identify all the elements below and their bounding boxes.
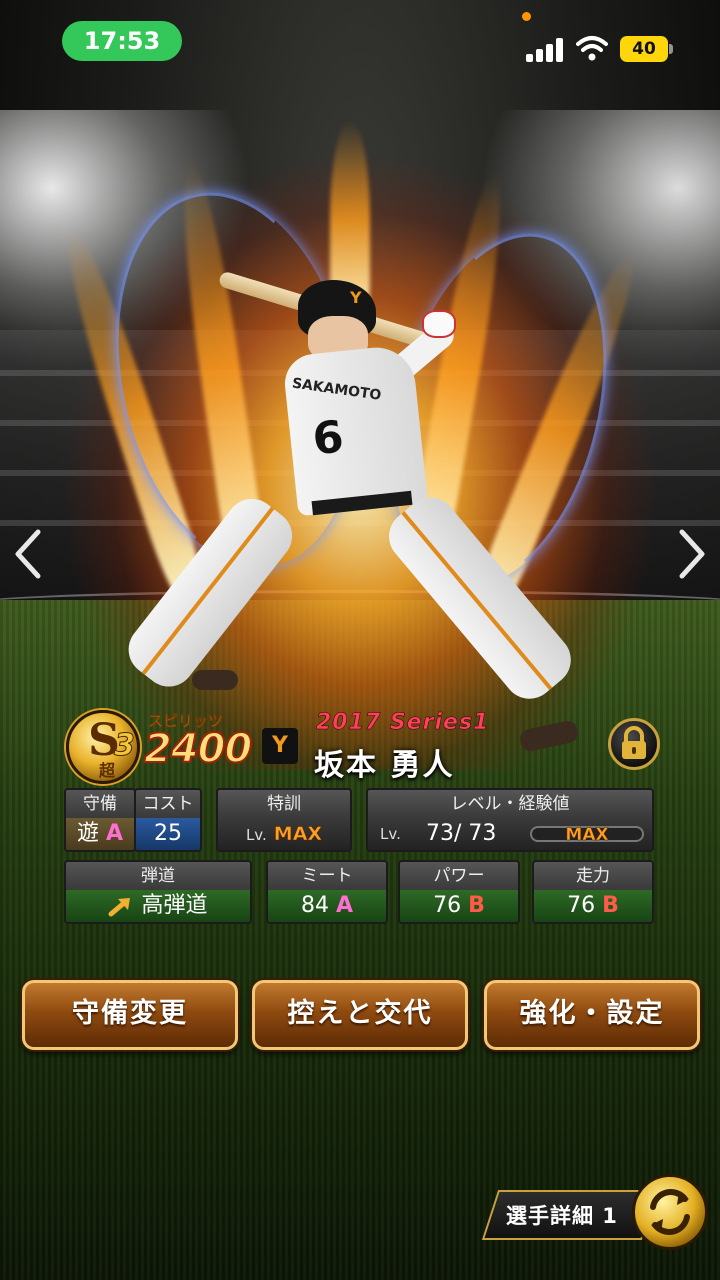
team-logo: Y xyxy=(262,728,298,764)
meet-header: ミート xyxy=(268,862,386,890)
speed-value: 76 xyxy=(567,893,596,918)
arrow-up-right-icon xyxy=(108,898,131,917)
series-label: 2017 Series1 xyxy=(316,710,490,736)
exp-max-label: MAX xyxy=(565,825,609,846)
trajectory-stat: 弾道 高弾道 xyxy=(64,860,252,924)
meet-value: 84 xyxy=(300,893,329,918)
rank-number: 3 xyxy=(114,728,136,764)
cellular-signal-icon xyxy=(526,36,564,62)
speed-grade: B xyxy=(602,893,619,918)
trajectory-value-wrap: 高弾道 xyxy=(66,890,250,922)
defense-position: 遊 xyxy=(76,821,99,846)
batting-glove xyxy=(422,310,456,338)
trajectory-value: 高弾道 xyxy=(141,893,208,918)
special-training-max: MAX xyxy=(273,823,323,846)
shoe-left xyxy=(192,670,238,690)
cost-stat: コスト 25 xyxy=(134,788,202,852)
power-value: 76 xyxy=(433,893,462,918)
swap-icon xyxy=(650,1189,690,1235)
meet-grade: A xyxy=(335,893,354,918)
jersey-number: 6 xyxy=(310,411,346,466)
swap-button[interactable] xyxy=(632,1174,708,1250)
chevron-left-icon[interactable] xyxy=(12,528,44,580)
stadium-background: Y SAKAMOTO 6 xyxy=(0,0,720,1280)
shoe-right xyxy=(518,719,580,753)
wifi-icon xyxy=(576,36,608,61)
substitute-button[interactable]: 控えと交代 xyxy=(252,980,468,1050)
player-detail-label: 選手詳細 1 xyxy=(506,1204,618,1228)
change-position-button[interactable]: 守備変更 xyxy=(22,980,238,1050)
privacy-indicator-dot xyxy=(522,12,531,21)
chevron-right-icon[interactable] xyxy=(676,528,708,580)
level-lv-label: Lv. xyxy=(380,825,401,843)
player-image: Y SAKAMOTO 6 xyxy=(118,270,600,770)
special-training-lv-label: Lv. xyxy=(245,826,267,844)
power-stat: パワー 76 B xyxy=(398,860,520,924)
defense-stat: 守備 遊 A xyxy=(64,788,136,852)
trajectory-header: 弾道 xyxy=(66,862,250,890)
battery-tip xyxy=(669,44,673,54)
speed-stat: 走力 76 B xyxy=(532,860,654,924)
speed-value-wrap: 76 B xyxy=(534,890,652,922)
rank-sub: 超 xyxy=(99,761,116,780)
status-bar: 17:53 40 xyxy=(0,0,720,80)
power-value-wrap: 76 B xyxy=(400,890,518,922)
special-training-value: Lv. MAX xyxy=(218,818,350,850)
level-value: 73/ 73 xyxy=(426,821,497,846)
defense-value: 遊 A xyxy=(66,818,134,850)
special-training-header: 特訓 xyxy=(218,790,350,818)
defense-header: 守備 xyxy=(66,790,134,818)
level-exp-header: レベル・経験値 xyxy=(368,790,652,818)
meet-stat: ミート 84 A xyxy=(266,860,388,924)
helmet-logo: Y xyxy=(350,288,362,307)
power-header: パワー xyxy=(400,862,518,890)
lock-button[interactable] xyxy=(608,718,660,770)
player-leg-right xyxy=(378,486,582,710)
level-exp-value: Lv. 73/ 73 MAX xyxy=(368,818,652,850)
lock-icon xyxy=(622,726,646,759)
cost-value: 25 xyxy=(136,818,200,850)
meet-value-wrap: 84 A xyxy=(268,890,386,922)
level-exp-stat: レベル・経験値 Lv. 73/ 73 MAX xyxy=(366,788,654,852)
exp-bar: MAX xyxy=(530,825,644,845)
spirits-value: 2400 xyxy=(143,725,253,773)
enhance-settings-button[interactable]: 強化・設定 xyxy=(484,980,700,1050)
jersey-name: SAKAMOTO xyxy=(291,375,383,404)
power-grade: B xyxy=(468,893,485,918)
defense-grade: A xyxy=(105,821,124,846)
cost-header: コスト xyxy=(136,790,200,818)
status-time: 17:53 xyxy=(62,21,182,61)
battery-icon: 40 xyxy=(620,36,668,62)
player-name: 坂本 勇人 xyxy=(314,748,455,783)
special-training-stat: 特訓 Lv. MAX xyxy=(216,788,352,852)
speed-header: 走力 xyxy=(534,862,652,890)
